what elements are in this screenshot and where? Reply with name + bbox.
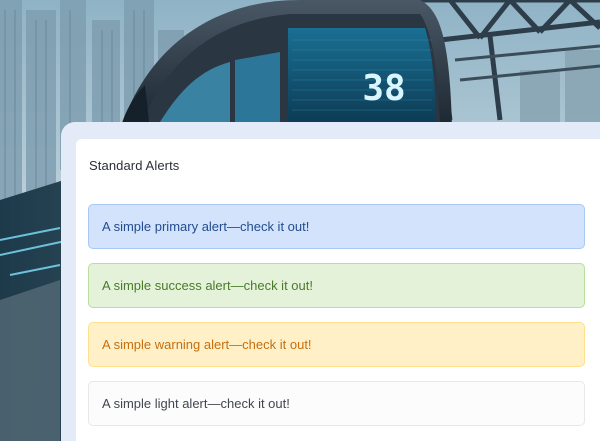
- alert-success: A simple success alert—check it out!: [88, 263, 585, 308]
- alert-primary-text: A simple primary alert—check it out!: [102, 219, 310, 234]
- alerts-card: Standard Alerts A simple primary alert—c…: [76, 139, 600, 441]
- train-number-display: 38: [362, 68, 405, 109]
- page: 38 Standard Alerts A simple primary aler…: [0, 0, 600, 441]
- alert-primary: A simple primary alert—check it out!: [88, 204, 585, 249]
- alert-light: A simple light alert—check it out!: [88, 381, 585, 426]
- alert-warning: A simple warning alert—check it out!: [88, 322, 585, 367]
- card-title: Standard Alerts: [89, 158, 180, 173]
- alert-success-text: A simple success alert—check it out!: [102, 278, 313, 293]
- alert-warning-text: A simple warning alert—check it out!: [102, 337, 312, 352]
- alert-light-text: A simple light alert—check it out!: [102, 396, 290, 411]
